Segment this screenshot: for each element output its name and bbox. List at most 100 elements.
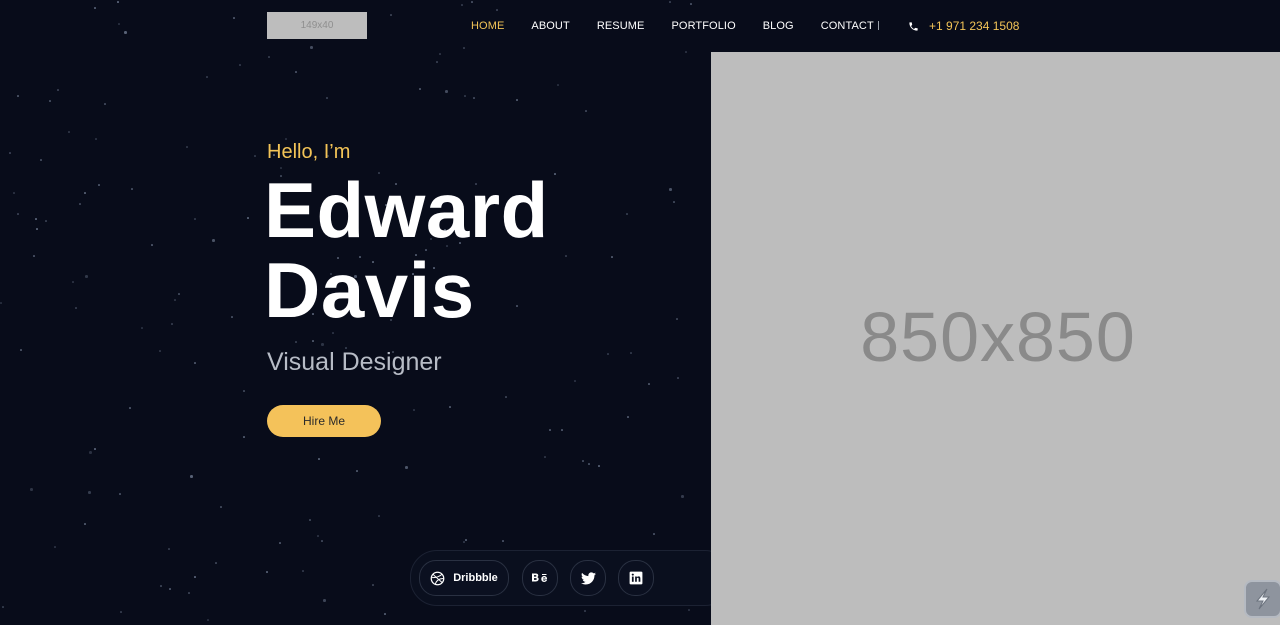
star: [302, 570, 304, 572]
portfolio-page: 149x40 HOME ABOUT RESUME PORTFOLIO BLOG …: [0, 0, 1280, 625]
star: [598, 465, 600, 467]
header-phone[interactable]: +1 971 234 1508: [908, 18, 1019, 34]
star: [318, 458, 320, 460]
star: [295, 71, 297, 73]
star: [285, 138, 287, 140]
star: [151, 244, 153, 246]
star: [321, 540, 323, 542]
star: [84, 192, 86, 194]
star: [463, 47, 465, 49]
star: [254, 155, 256, 157]
star: [141, 327, 143, 329]
star: [669, 1, 671, 3]
star: [243, 436, 245, 438]
nav-about[interactable]: ABOUT: [531, 20, 569, 32]
star: [465, 539, 467, 541]
phone-icon: [909, 21, 918, 31]
nav-contact[interactable]: CONTACT: [821, 20, 874, 32]
star: [36, 228, 38, 230]
star: [94, 448, 96, 450]
star: [104, 103, 106, 105]
hero-role: Visual Designer: [267, 348, 442, 376]
star: [582, 460, 584, 462]
linkedin-link[interactable]: [618, 560, 654, 596]
star: [190, 475, 193, 478]
nav-resume[interactable]: RESUME: [597, 20, 645, 32]
star: [212, 239, 215, 242]
star: [461, 4, 463, 6]
star: [239, 64, 241, 66]
star: [159, 350, 161, 352]
star: [13, 192, 15, 194]
nav-home[interactable]: HOME: [471, 20, 504, 32]
star: [131, 188, 133, 190]
hire-me-button[interactable]: Hire Me: [267, 405, 381, 437]
site-logo[interactable]: 149x40: [267, 12, 367, 39]
behance-icon: [532, 573, 548, 582]
star: [445, 90, 448, 93]
star: [384, 613, 386, 615]
star: [584, 610, 586, 612]
star: [17, 213, 19, 215]
star: [607, 353, 609, 355]
star: [20, 349, 22, 351]
star: [413, 409, 415, 411]
star: [496, 9, 498, 11]
star: [317, 535, 319, 537]
star: [549, 429, 551, 431]
nav-blog[interactable]: BLOG: [763, 20, 794, 32]
star: [473, 97, 475, 99]
star: [626, 213, 628, 215]
star: [323, 599, 326, 602]
star: [611, 256, 613, 258]
floating-action-widget[interactable]: [1244, 580, 1280, 618]
star: [554, 173, 556, 175]
star: [449, 406, 451, 408]
star: [33, 255, 35, 257]
social-links-bar: Dribbble: [410, 550, 732, 606]
behance-link[interactable]: [522, 560, 558, 596]
star: [463, 541, 465, 543]
star: [673, 201, 675, 203]
nav-portfolio[interactable]: PORTFOLIO: [671, 20, 735, 32]
main-nav: HOME ABOUT RESUME PORTFOLIO BLOG CONTACT: [471, 18, 901, 34]
star: [390, 14, 392, 16]
star: [243, 390, 245, 392]
star: [186, 146, 188, 148]
star: [72, 281, 74, 283]
star: [685, 51, 687, 53]
star: [266, 571, 268, 573]
star: [279, 542, 281, 544]
star: [75, 307, 77, 309]
star: [89, 451, 92, 454]
star: [419, 88, 421, 90]
twitter-link[interactable]: [570, 560, 606, 596]
star: [312, 340, 314, 342]
star: [471, 1, 473, 3]
star: [627, 416, 629, 418]
star: [98, 184, 100, 186]
star: [79, 203, 81, 205]
dribbble-link[interactable]: Dribbble: [419, 560, 509, 596]
star: [321, 343, 324, 346]
star: [677, 377, 679, 379]
star: [561, 429, 563, 431]
star: [194, 362, 196, 364]
star: [94, 7, 96, 9]
hero-last-name: Davis: [264, 246, 475, 334]
star: [681, 495, 684, 498]
logo-placeholder-text: 149x40: [300, 20, 334, 31]
star: [54, 546, 56, 548]
star: [68, 131, 70, 133]
star: [295, 341, 297, 343]
hero-name: Edward Davis: [264, 170, 549, 330]
star: [0, 302, 2, 304]
hero-greeting: Hello, I’m: [267, 141, 351, 163]
dribbble-label: Dribbble: [453, 572, 498, 584]
star: [231, 316, 233, 318]
star: [310, 46, 313, 49]
star: [160, 585, 162, 587]
star: [247, 217, 249, 219]
star: [220, 506, 222, 508]
star: [648, 383, 650, 385]
